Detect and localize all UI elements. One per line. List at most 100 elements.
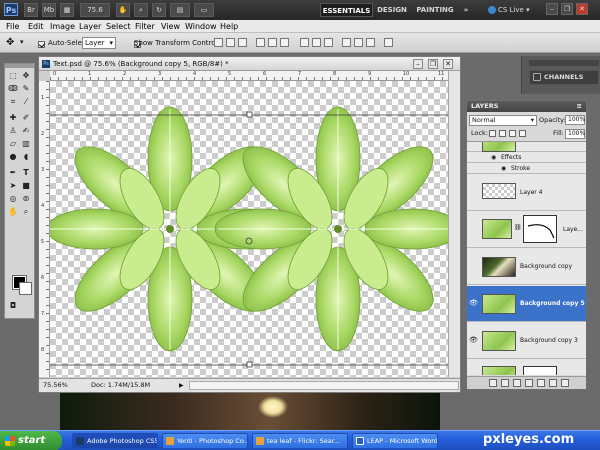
quick-select-tool-icon[interactable]: ✎ (20, 83, 32, 94)
menu-window[interactable]: Window (185, 21, 217, 32)
layer-effects-row[interactable]: ◉ Effects (467, 153, 586, 163)
visibility-toggle[interactable] (469, 188, 478, 197)
workspace-essentials[interactable]: ESSENTIALS (320, 3, 373, 17)
link-layers-icon[interactable] (489, 379, 497, 387)
workspace-painting[interactable]: PAINTING (414, 3, 456, 17)
background-color-swatch[interactable] (19, 282, 32, 295)
gradient-tool-icon[interactable]: ▥ (20, 138, 32, 149)
distribute-right-icon[interactable] (366, 38, 375, 47)
zoom-level[interactable]: 75.6 (80, 3, 110, 17)
marquee-tool-icon[interactable]: ⬚ (7, 70, 19, 81)
minimize-icon[interactable]: – (546, 3, 558, 15)
horizontal-scrollbar[interactable] (189, 381, 459, 390)
auto-align-icon[interactable] (384, 38, 393, 47)
auto-select-checkbox[interactable] (38, 41, 45, 48)
menu-filter[interactable]: Filter (135, 21, 155, 32)
eraser-tool-icon[interactable]: ▱ (7, 138, 19, 149)
doc-restore-icon[interactable]: ❐ (428, 59, 438, 69)
align-vcenter-icon[interactable] (226, 38, 235, 47)
zoom-tool-icon[interactable]: ⌕ (134, 3, 148, 17)
menu-file[interactable]: File (6, 21, 19, 32)
align-bottom-icon[interactable] (238, 38, 247, 47)
history-brush-tool-icon[interactable]: ✍ (20, 125, 32, 136)
menu-view[interactable]: View (161, 21, 180, 32)
blur-tool-icon[interactable]: ● (7, 151, 19, 162)
3d-rotate-tool-icon[interactable]: ◎ (7, 193, 19, 204)
fill-field[interactable]: 100% (565, 129, 585, 139)
lock-transparency-icon[interactable] (489, 130, 496, 137)
menu-help[interactable]: Help (220, 21, 238, 32)
workspace-design[interactable]: DESIGN (376, 3, 408, 17)
eyedropper-tool-icon[interactable]: ⁄ (20, 96, 32, 107)
dodge-tool-icon[interactable]: ◖ (20, 151, 32, 162)
visibility-toggle[interactable] (469, 262, 478, 271)
tool-preset-chevron-icon[interactable]: ▾ (20, 38, 24, 46)
distribute-top-icon[interactable] (300, 38, 309, 47)
ruler-vertical[interactable]: 1 2 3 4 5 6 7 8 (39, 81, 50, 377)
lock-position-icon[interactable] (509, 130, 516, 137)
task-word[interactable]: LEAP - Microsoft Word (352, 433, 438, 449)
fx-icon[interactable] (501, 379, 509, 387)
dock-collapse-bar[interactable] (529, 60, 599, 66)
restore-icon[interactable]: ❐ (561, 3, 573, 15)
tools-grip[interactable] (5, 64, 34, 68)
layer-row-masked[interactable]: ⛓ Laye... (467, 212, 586, 248)
lasso-tool-icon[interactable]: ↂ (7, 83, 19, 94)
menu-select[interactable]: Select (106, 21, 131, 32)
trash-icon[interactable] (561, 379, 569, 387)
hand-icon[interactable]: ✋ (116, 3, 130, 17)
move-tool-icon[interactable]: ✥ (20, 70, 32, 81)
menu-edit[interactable]: Edit (28, 21, 44, 32)
distribute-hcenter-icon[interactable] (354, 38, 363, 47)
distribute-vcenter-icon[interactable] (312, 38, 321, 47)
clone-stamp-tool-icon[interactable]: ♙ (7, 125, 19, 136)
crop-tool-icon[interactable]: ⌗ (7, 96, 19, 107)
ruler-horizontal[interactable]: 0 1 2 3 4 5 6 7 8 9 10 11 (50, 71, 448, 81)
document-tab[interactable]: Ps Text.psd @ 75.6% (Background copy 5, … (39, 57, 460, 71)
layer-mask-thumbnail[interactable] (523, 215, 557, 243)
hand-tool-icon[interactable]: ✋ (7, 206, 19, 217)
blend-mode-dropdown[interactable]: Normal ▾ (469, 115, 537, 126)
vertical-scrollbar[interactable] (448, 71, 460, 377)
chain-link-icon[interactable]: ⛓ (514, 224, 522, 231)
minibridge-icon[interactable]: Mb (42, 3, 56, 17)
close-icon[interactable]: ✕ (576, 3, 588, 15)
layer-row-layer-4[interactable]: Layer 4 (467, 175, 586, 211)
doc-close-icon[interactable]: ✕ (443, 59, 453, 69)
3d-orbit-tool-icon[interactable]: ⊚ (20, 193, 32, 204)
shape-tool-icon[interactable]: ■ (20, 180, 32, 191)
eye-icon[interactable]: 👁 (469, 299, 478, 308)
brush-tool-icon[interactable]: ✐ (20, 112, 32, 123)
pen-tool-icon[interactable]: ✒ (7, 167, 19, 178)
new-group-icon[interactable] (537, 379, 545, 387)
lock-pixels-icon[interactable] (499, 130, 506, 137)
workspace-more[interactable]: » (460, 3, 472, 17)
distribute-left-icon[interactable] (342, 38, 351, 47)
layer-row-background-copy-5[interactable]: 👁 Background copy 5 (467, 286, 586, 322)
align-hcenter-icon[interactable] (268, 38, 277, 47)
layer-row[interactable] (467, 142, 586, 152)
task-photoshop[interactable]: Adobe Photoshop CS5 (72, 433, 158, 449)
menu-image[interactable]: Image (50, 21, 75, 32)
align-top-icon[interactable] (214, 38, 223, 47)
status-menu-icon[interactable]: ▶ (179, 379, 184, 392)
lock-all-icon[interactable] (519, 130, 526, 137)
quick-mask-icon[interactable]: ◘ (7, 300, 19, 311)
canvas[interactable] (50, 81, 448, 377)
guides-icon[interactable]: ▦ (60, 3, 74, 17)
visibility-toggle[interactable] (469, 225, 478, 234)
add-mask-icon[interactable] (513, 379, 521, 387)
screen-mode-icon[interactable]: ▭ (194, 3, 214, 17)
layer-row-partial[interactable] (467, 360, 586, 375)
task-browser-yenti[interactable]: Yenti - Photoshop Co... (162, 433, 248, 449)
eye-icon[interactable]: 👁 (469, 336, 478, 345)
arrange-documents-icon[interactable]: ▤ (170, 3, 190, 17)
healing-brush-tool-icon[interactable]: ✚ (7, 112, 19, 123)
cs-live-button[interactable]: CS Live ▾ (488, 3, 534, 17)
auto-select-dropdown[interactable]: Layer ▾ (82, 37, 116, 49)
layer-list[interactable]: ◉ Effects ◉ Stroke Layer 4 ⛓ Laye... Bac… (467, 141, 586, 375)
align-right-icon[interactable] (280, 38, 289, 47)
doc-minimize-icon[interactable]: – (413, 59, 423, 69)
opacity-field[interactable]: 100% (565, 115, 585, 125)
bridge-icon[interactable]: Br (24, 3, 38, 17)
